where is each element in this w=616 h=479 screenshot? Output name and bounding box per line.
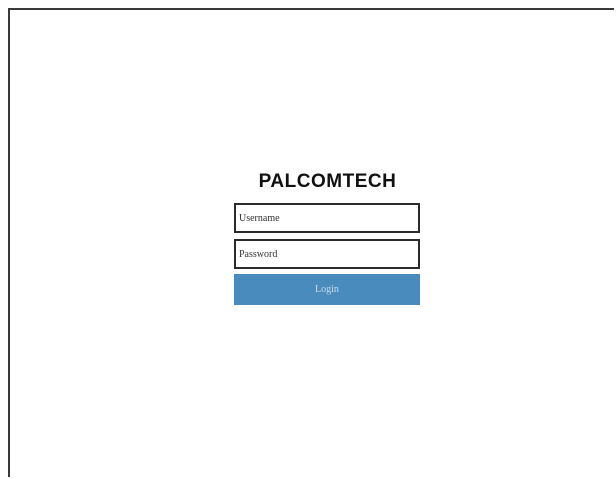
username-input[interactable] [234,203,420,233]
login-form: PALCOMTECH Login [234,170,421,305]
password-input[interactable] [234,239,420,269]
brand-title: PALCOMTECH [258,171,397,192]
page-frame: PALCOMTECH Login [8,8,614,477]
login-button[interactable]: Login [234,274,420,305]
